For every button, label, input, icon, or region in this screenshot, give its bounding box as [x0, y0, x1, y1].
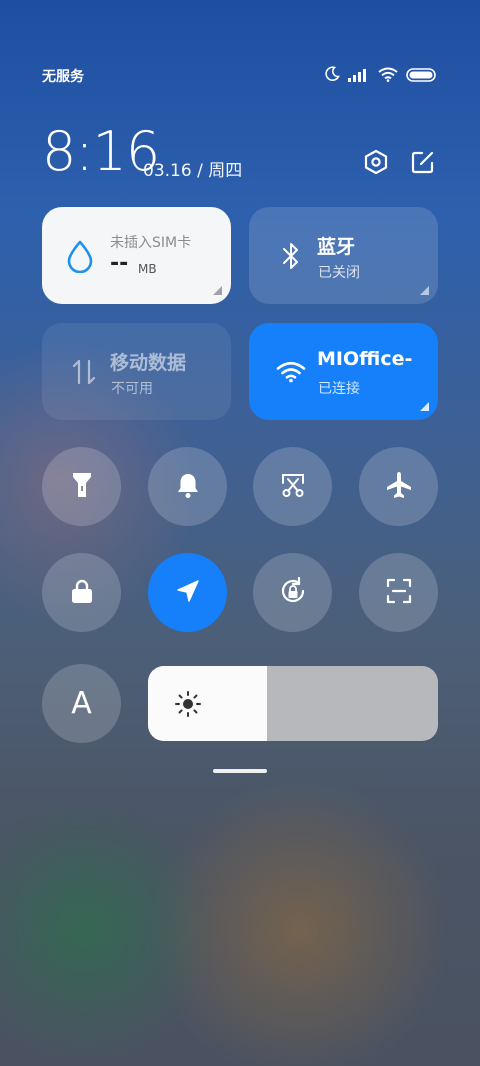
status-icons: [324, 66, 436, 86]
bell-icon: [175, 471, 201, 503]
expand-indicator: [420, 402, 429, 411]
flashlight-icon: [70, 470, 94, 504]
brightness-level-fill: [148, 666, 267, 741]
sun-icon: [173, 689, 203, 719]
bluetooth-status: 已关闭: [318, 265, 360, 281]
mobile-data-tile[interactable]: 移动数据 不可用: [42, 323, 231, 420]
screenshot-toggle[interactable]: [253, 447, 332, 526]
auto-brightness-icon: A: [71, 686, 92, 721]
brightness-slider[interactable]: [148, 666, 438, 741]
mute-toggle[interactable]: [148, 447, 227, 526]
wifi-tile[interactable]: MIOffice- 已连接: [249, 323, 438, 420]
clock-time: 8:16: [42, 120, 160, 183]
wifi-icon: [275, 356, 307, 388]
edit-button[interactable]: [408, 149, 438, 179]
water-drop-icon: [64, 240, 96, 273]
location-arrow-icon: [174, 577, 202, 609]
airplane-mode-toggle[interactable]: [359, 447, 438, 526]
data-usage-value: --: [110, 251, 129, 276]
data-usage-tile[interactable]: 未插入SIM卡 -- MB: [42, 207, 231, 304]
edit-icon: [410, 149, 436, 179]
scan-icon: [385, 577, 413, 609]
settings-button[interactable]: [361, 149, 391, 179]
bluetooth-icon: [275, 240, 307, 272]
mobile-data-status: 不可用: [111, 381, 153, 397]
rotation-lock-toggle[interactable]: [253, 553, 332, 632]
airplane-icon: [384, 470, 414, 504]
expand-indicator: [213, 286, 222, 295]
panel-drag-handle[interactable]: [213, 769, 267, 773]
sim-status: 未插入SIM卡: [110, 235, 192, 251]
bluetooth-title: 蓝牙: [317, 236, 356, 258]
wifi-network-name: MIOffice-: [317, 348, 413, 370]
auto-brightness-toggle[interactable]: A: [42, 664, 121, 743]
flashlight-toggle[interactable]: [42, 447, 121, 526]
bluetooth-tile[interactable]: 蓝牙 已关闭: [249, 207, 438, 304]
lock-icon: [69, 577, 95, 609]
scanner-toggle[interactable]: [359, 553, 438, 632]
wifi-status: 已连接: [318, 381, 360, 397]
scissors-icon: [279, 471, 307, 503]
hexagon-settings-icon: [363, 149, 389, 179]
expand-indicator: [420, 286, 429, 295]
mobile-data-title: 移动数据: [110, 352, 187, 374]
clock-date: 03.16 / 周四: [143, 161, 243, 181]
battery-icon: [406, 67, 436, 86]
rotate-lock-icon: [277, 575, 309, 611]
lock-screen-toggle[interactable]: [42, 553, 121, 632]
wifi-icon: [378, 67, 398, 86]
carrier-status: 无服务: [42, 69, 84, 85]
location-toggle[interactable]: [148, 553, 227, 632]
data-usage-unit: MB: [138, 262, 157, 276]
moon-icon: [324, 66, 340, 86]
arrows-updown-icon: [68, 356, 100, 388]
signal-icon: [348, 67, 370, 86]
